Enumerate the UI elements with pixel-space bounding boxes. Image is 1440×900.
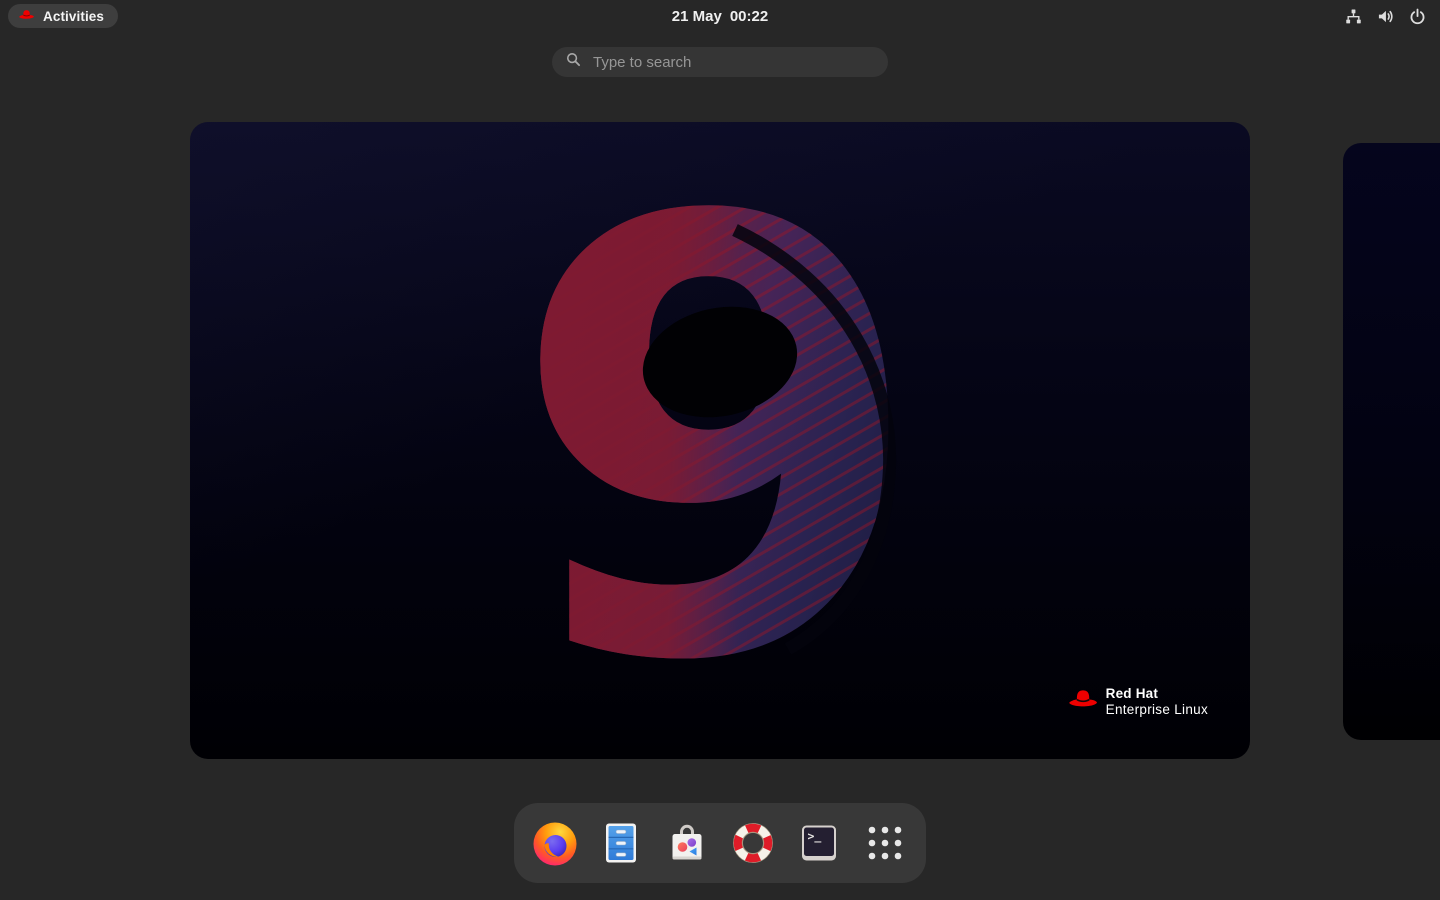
clock-button[interactable]: 21 May 00:22 — [672, 0, 768, 32]
clock-time: 00:22 — [729, 7, 769, 25]
firefox-icon — [531, 819, 579, 867]
red-hat-fedora-icon — [18, 7, 35, 25]
dock-software-button[interactable] — [663, 819, 711, 867]
app-grid-icon — [861, 819, 909, 867]
help-lifebuoy-icon — [729, 819, 777, 867]
dock-help-button[interactable] — [729, 819, 777, 867]
activities-button[interactable]: Activities — [8, 4, 119, 28]
svg-text:>_: >_ — [808, 829, 822, 844]
network-wired-icon — [1345, 8, 1362, 25]
system-menu-button[interactable] — [1345, 0, 1426, 32]
workspace-preview-current[interactable]: 9 9 9 Red Hat Enterprise Linux — [190, 122, 1250, 759]
top-bar: Activities 21 May 00:22 — [0, 0, 1440, 32]
brand-name: Red Hat — [1105, 686, 1159, 701]
rhel9-wallpaper-edge — [1343, 143, 1440, 740]
dock-files-button[interactable] — [597, 819, 645, 867]
search-bar[interactable] — [552, 47, 888, 77]
dock-app-grid-button[interactable] — [861, 819, 909, 867]
wallpaper-numeral-tint: 9 — [509, 122, 926, 759]
activities-label: Activities — [43, 8, 105, 24]
search-icon — [566, 52, 581, 72]
gnome-overview-desktop: Activities 21 May 00:22 Type to search 9… — [0, 0, 1440, 900]
software-icon — [663, 819, 711, 867]
volume-icon — [1377, 8, 1394, 25]
wallpaper-numeral-graphic: 9 9 9 — [509, 122, 926, 759]
terminal-icon: >_ — [795, 819, 843, 867]
power-icon — [1409, 8, 1426, 25]
workspace-preview-next[interactable] — [1343, 143, 1440, 740]
clock-date: 21 May — [671, 7, 722, 25]
files-icon — [597, 819, 645, 867]
search-input[interactable] — [591, 52, 874, 72]
red-hat-enterprise-linux-logo: Red Hat Enterprise Linux — [1067, 686, 1208, 717]
dash-dock: >_ — [514, 803, 926, 883]
red-hat-fedora-icon — [1067, 688, 1099, 714]
rhel9-wallpaper: 9 9 9 Red Hat Enterprise Linux — [190, 122, 1250, 759]
brand-product: Enterprise Linux — [1105, 702, 1208, 717]
dock-firefox-button[interactable] — [531, 819, 579, 867]
dock-terminal-button[interactable]: >_ — [795, 819, 843, 867]
